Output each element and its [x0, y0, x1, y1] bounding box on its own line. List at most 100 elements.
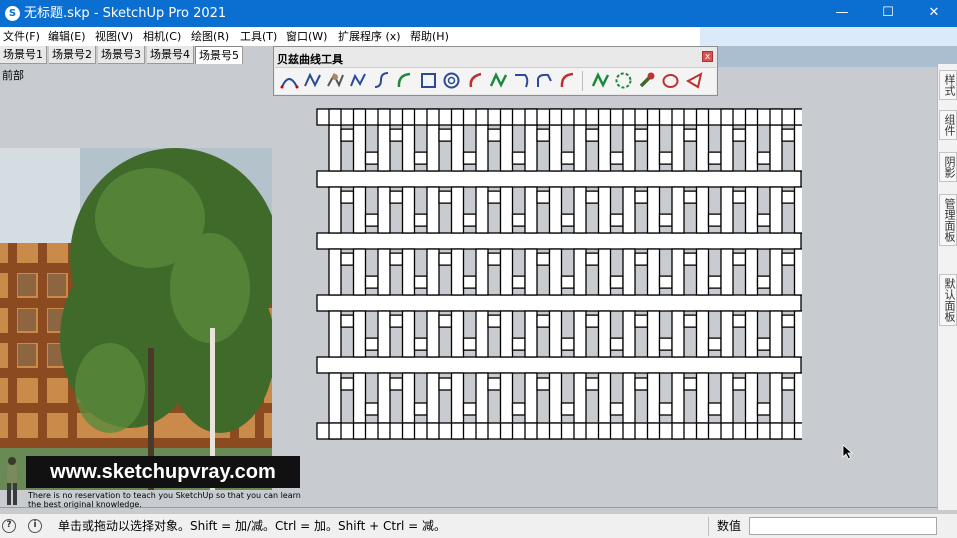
- weft-piece: [438, 190, 453, 204]
- wrench-icon[interactable]: [636, 69, 657, 93]
- corner-icon[interactable]: [534, 69, 555, 93]
- maximize-button[interactable]: ☐: [865, 0, 911, 27]
- weft-piece: [560, 337, 575, 351]
- warp-strip: [328, 372, 342, 424]
- warp-strip: [401, 372, 416, 424]
- woven-lattice-model[interactable]: [316, 108, 802, 440]
- curve-icon[interactable]: [465, 69, 486, 93]
- menu-extensions[interactable]: 扩展程序 (x): [338, 29, 401, 44]
- warp-strip: [622, 124, 636, 172]
- weft-piece: [707, 213, 722, 227]
- weft-piece: [732, 377, 747, 391]
- weft-piece: [609, 213, 624, 227]
- warp-strip: [720, 372, 734, 424]
- spiral-icon[interactable]: [441, 69, 462, 93]
- s-curve-icon[interactable]: [488, 69, 509, 93]
- tray-tab-shadows[interactable]: 阴影: [939, 152, 957, 182]
- tray-tab-default[interactable]: 默认面板: [939, 274, 957, 326]
- tab-scene-1[interactable]: 场景号1: [0, 46, 47, 64]
- geolocation-icon[interactable]: ?: [2, 519, 16, 533]
- weft-piece: [487, 128, 502, 142]
- warp-strip: [573, 124, 587, 172]
- weft-piece: [462, 337, 477, 351]
- blend-icon[interactable]: [511, 69, 532, 93]
- warp-tab: [548, 108, 563, 126]
- square-icon[interactable]: [418, 69, 439, 93]
- warp-strip: [401, 248, 416, 296]
- close-button[interactable]: ✕: [911, 0, 957, 27]
- measurements-input[interactable]: [749, 517, 937, 535]
- warp-strip: [450, 372, 465, 424]
- menu-view[interactable]: 视图(V): [95, 29, 133, 44]
- warp-tab: [450, 422, 465, 440]
- warp-strip: [573, 186, 587, 234]
- triangle-icon[interactable]: [684, 69, 705, 93]
- weft-piece: [462, 151, 477, 165]
- menu-window[interactable]: 窗口(W): [286, 29, 327, 44]
- warp-strip: [622, 310, 636, 358]
- warp-tab: [475, 422, 489, 440]
- weft-piece: [781, 377, 796, 391]
- warp-strip: [401, 186, 416, 234]
- weft-piece: [364, 275, 379, 289]
- menu-help[interactable]: 帮助(H): [410, 29, 449, 44]
- arc-icon[interactable]: [394, 69, 415, 93]
- warp-strip: [377, 372, 391, 424]
- catmull-icon[interactable]: [590, 69, 611, 93]
- spline-icon[interactable]: [302, 69, 323, 93]
- weft-piece: [781, 314, 796, 328]
- polygon-icon[interactable]: [613, 69, 634, 93]
- tab-scene-4[interactable]: 场景号4: [147, 46, 194, 64]
- bezier-curve-toolbar[interactable]: 贝兹曲线工具 x: [273, 46, 718, 96]
- warp-strip: [646, 248, 661, 296]
- weft-piece: [683, 190, 698, 204]
- menu-tools[interactable]: 工具(T): [240, 29, 277, 44]
- tab-scene-5[interactable]: 场景号5: [195, 46, 243, 64]
- menu-edit[interactable]: 编辑(E): [48, 29, 86, 44]
- weft-piece: [438, 128, 453, 142]
- tab-scene-3[interactable]: 场景号3: [98, 46, 145, 64]
- warp-strip: [720, 310, 734, 358]
- warp-strip: [695, 372, 710, 424]
- bezier-icon[interactable]: [279, 69, 300, 93]
- warp-strip: [744, 310, 759, 358]
- warp-strip: [769, 248, 783, 296]
- warp-strip: [597, 186, 612, 234]
- menu-draw[interactable]: 绘图(R): [191, 29, 229, 44]
- freehand-icon[interactable]: [348, 69, 369, 93]
- polyline-edit-icon[interactable]: [325, 69, 346, 93]
- warp-strip: [328, 310, 342, 358]
- weft-piece: [732, 252, 747, 266]
- weft-piece: [609, 402, 624, 416]
- menu-camera[interactable]: 相机(C): [143, 29, 181, 44]
- warp-strip: [548, 186, 563, 234]
- warp-strip: [475, 124, 489, 172]
- minimize-button[interactable]: —: [819, 0, 865, 27]
- info-icon[interactable]: i: [28, 519, 42, 533]
- warp-tab: [793, 422, 802, 440]
- toolbar-tools: [275, 67, 716, 94]
- weft-piece: [536, 128, 551, 142]
- weft-piece: [658, 402, 673, 416]
- warp-strip: [352, 186, 367, 234]
- tab-scene-2[interactable]: 场景号2: [49, 46, 96, 64]
- warp-tab: [769, 422, 783, 440]
- warp-strip: [793, 248, 802, 296]
- menu-file[interactable]: 文件(F): [3, 29, 40, 44]
- warp-strip: [573, 248, 587, 296]
- toolbar-close-button[interactable]: x: [702, 51, 713, 62]
- weft-piece: [756, 151, 771, 165]
- weft-piece: [487, 252, 502, 266]
- title-bar[interactable]: S 无标题.skp - SketchUp Pro 2021 — ☐ ✕: [0, 0, 957, 27]
- fillet-icon[interactable]: [557, 69, 578, 93]
- ellipse-icon[interactable]: [660, 69, 681, 93]
- tray-tab-components[interactable]: 组件: [939, 110, 957, 140]
- warp-tab: [377, 422, 391, 440]
- tray-tab-styles[interactable]: 样式: [939, 70, 957, 100]
- warp-tab: [695, 422, 710, 440]
- tray-tab-manage[interactable]: 管理面板: [939, 194, 957, 246]
- weft-piece: [413, 275, 428, 289]
- warp-tab: [475, 108, 489, 126]
- weft-piece: [585, 314, 600, 328]
- cubic-icon[interactable]: [371, 69, 392, 93]
